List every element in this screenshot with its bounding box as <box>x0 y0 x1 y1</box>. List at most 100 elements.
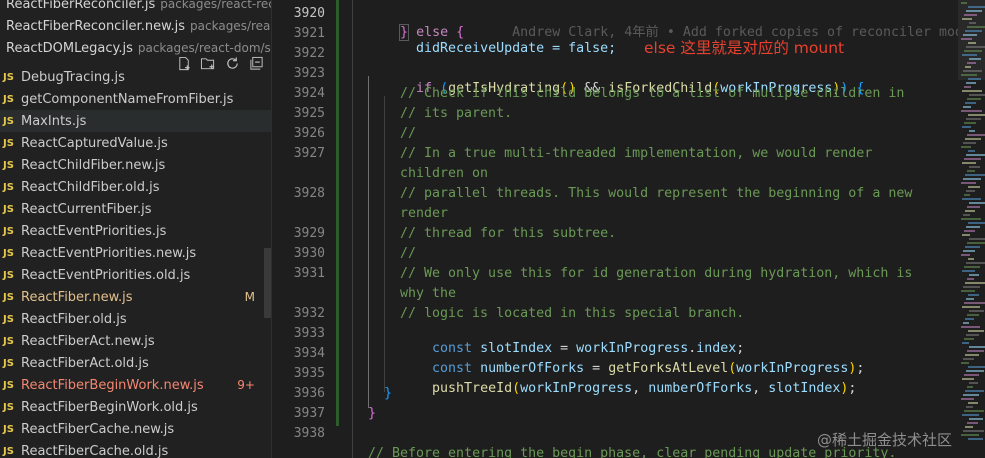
line-number: 3934 <box>293 346 325 361</box>
minimap-line <box>969 202 985 204</box>
minimap-line <box>967 170 975 172</box>
minimap-line <box>962 18 972 20</box>
minimap-slider[interactable] <box>958 0 985 80</box>
code-line: didReceiveUpdate = false; <box>384 26 616 71</box>
open-editor-path: packages/react-rec... <box>160 0 271 11</box>
file-tree-item[interactable]: JS ReactEventPriorities.new.js <box>0 242 271 264</box>
file-name: ReactFiberAct.new.js <box>21 333 155 349</box>
code-comment: // logic is located in this special bran… <box>400 306 745 321</box>
file-tree-item[interactable]: JS ReactFiber.new.js M <box>0 286 271 308</box>
line-number: 3937 <box>293 406 325 421</box>
paren: ) <box>840 381 849 396</box>
js-file-icon: JS <box>3 115 14 127</box>
file-tree-item[interactable]: JS ReactCurrentFiber.js <box>0 198 271 220</box>
open-editor-name: ReactFiberReconciler.new.js <box>6 19 186 34</box>
line-number: 3922 <box>293 46 325 61</box>
file-name: DebugTracing.js <box>21 69 125 85</box>
minimap-line <box>963 286 980 288</box>
minimap-line <box>966 46 985 48</box>
js-file-icon: JS <box>3 225 14 237</box>
minimap-line <box>963 430 984 432</box>
file-tree-item[interactable]: JS ReactFiberCache.new.js <box>0 418 271 440</box>
minimap-line <box>967 98 981 100</box>
minimap-line <box>965 318 974 320</box>
minimap-line <box>962 234 970 236</box>
minimap-line <box>965 282 985 284</box>
indent-guide <box>352 0 353 458</box>
js-file-icon: JS <box>3 137 14 149</box>
js-file-icon: JS <box>3 313 14 325</box>
minimap-line <box>964 86 971 88</box>
minimap-line <box>962 198 981 200</box>
line-number: 3926 <box>293 126 325 141</box>
minimap-line <box>969 382 978 384</box>
minimap-line <box>965 102 976 104</box>
minimap-line <box>966 82 976 84</box>
file-tree-item[interactable]: JS ReactFiber.old.js <box>0 308 271 330</box>
minimap-line <box>968 330 984 332</box>
file-tree-item[interactable]: JS ReactCapturedValue.js <box>0 132 271 154</box>
open-editor-item[interactable]: ReactFiberReconciler.new.js packages/reac… <box>0 15 271 37</box>
minimap-line <box>969 274 979 276</box>
file-tree-item[interactable]: JS MaxInts.js <box>0 110 271 132</box>
minimap-line <box>964 194 970 196</box>
minimap[interactable] <box>958 0 985 458</box>
minimap-line <box>962 306 980 308</box>
red-annotation: else 这里就是对应的 mount <box>644 39 845 57</box>
file-name: ReactFiber.new.js <box>21 289 133 305</box>
minimap-line <box>961 434 979 436</box>
file-tree-item[interactable]: JS ReactFiberCache.old.js <box>0 440 271 458</box>
minimap-line <box>962 378 974 380</box>
js-file-icon: JS <box>3 423 14 435</box>
minimap-line <box>968 150 975 152</box>
indent-guide <box>368 76 369 408</box>
code-comment: // <box>400 246 417 261</box>
file-tree-item[interactable]: JS ReactFiberAct.old.js <box>0 352 271 374</box>
js-file-icon: JS <box>3 401 14 413</box>
minimap-line <box>962 270 975 272</box>
file-name: ReactFiber.old.js <box>21 311 127 327</box>
minimap-line <box>968 6 985 8</box>
js-file-icon: JS <box>3 247 14 259</box>
line-number: 3921 <box>293 26 325 41</box>
minimap-line <box>968 186 980 188</box>
file-name: ReactCapturedValue.js <box>21 135 168 151</box>
minimap-line <box>963 394 979 396</box>
file-tree-item[interactable]: JS ReactChildFiber.old.js <box>0 176 271 198</box>
code-comment: // In a true multi-threaded implementati… <box>400 146 873 161</box>
file-name: ReactChildFiber.old.js <box>21 179 160 195</box>
file-tree-item[interactable]: JS ReactEventPriorities.js <box>0 220 271 242</box>
explorer-sidebar: ReactFiberReconciler.js packages/react-re… <box>0 0 271 458</box>
minimap-line <box>964 374 979 376</box>
code-editor[interactable]: 3920 3921 3922 3923 3924 3925 3926 3927 3928 3929… <box>272 0 985 458</box>
open-editor-item[interactable]: ReactFiberReconciler.js packages/react-re… <box>0 0 271 15</box>
line-number: 3931 <box>293 266 325 281</box>
js-file-icon: JS <box>3 379 14 391</box>
file-tree-item[interactable]: JS ReactChildFiber.new.js <box>0 154 271 176</box>
file-tree-item[interactable]: JS DebugTracing.js <box>0 66 271 88</box>
line-number: 3929 <box>293 226 325 241</box>
js-file-icon: JS <box>3 357 14 369</box>
js-file-icon: JS <box>3 269 14 281</box>
minimap-line <box>969 418 983 420</box>
line-number: 3925 <box>293 106 325 121</box>
minimap-line <box>969 22 976 24</box>
brace: } <box>384 386 393 401</box>
file-tree-item[interactable]: JS getComponentNameFromFiber.js <box>0 88 271 110</box>
minimap-line <box>968 78 981 80</box>
minimap-line <box>964 302 985 304</box>
minimap-line <box>964 122 976 124</box>
file-tree-item[interactable]: JS ReactFiberBeginWork.old.js <box>0 396 271 418</box>
code-comment: // <box>400 126 417 141</box>
minimap-line <box>961 2 967 4</box>
minimap-line <box>968 222 985 224</box>
file-name: ReactCurrentFiber.js <box>21 201 152 217</box>
file-tree-item[interactable]: JS ReactFiberAct.new.js <box>0 330 271 352</box>
file-tree-item[interactable]: JS ReactEventPriorities.old.js <box>0 264 271 286</box>
brace: } <box>368 406 377 421</box>
file-tree-item[interactable]: JS ReactFiberBeginWork.new.js 9+ <box>0 374 271 396</box>
sidebar-scrollbar[interactable] <box>264 248 271 318</box>
file-status-badge: 9+ <box>237 378 255 392</box>
minimap-line <box>964 230 975 232</box>
minimap-line <box>969 130 975 132</box>
